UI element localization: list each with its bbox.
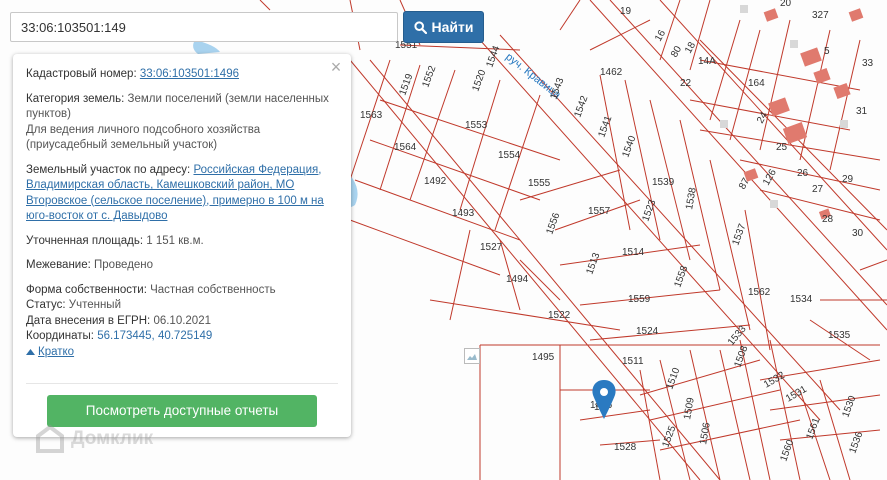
plot-label: 1493 [452,208,475,219]
close-icon[interactable]: × [327,58,345,76]
plot-label: 1534 [790,294,813,305]
view-reports-button[interactable]: Посмотреть доступные отчеты [47,395,317,427]
domclick-watermark: Домклик [35,424,153,454]
plot-label: 30 [852,228,864,239]
plot-label: 1535 [828,330,851,341]
plot-label: 27 [812,184,824,195]
plot-label: 1522 [548,310,571,321]
collapse-link[interactable]: Кратко [26,345,338,361]
search-icon [413,20,427,34]
plot-label: 1527 [480,242,503,253]
plot-label: 164 [748,78,765,89]
plot-label: 1528 [614,442,637,453]
plot-label: 1511 [622,356,644,367]
cadastral-number-link[interactable]: 33:06:103501:1496 [140,68,239,80]
collapse-link-label: Кратко [38,345,75,358]
status-label: Статус: [26,299,66,311]
plot-label: 20 [780,0,792,9]
plot-label: 1539 [652,177,675,188]
status-value: Учтенный [68,299,121,311]
address-label: Земельный участок по адресу: [26,163,191,176]
registry-date-label: Дата внесения в ЕГРН: [26,314,151,327]
plot-label: 1559 [628,294,651,305]
survey-value: Проведено [94,259,154,271]
domclick-logo-icon [36,424,64,453]
plot-label: 1562 [748,287,771,298]
ownership-label: Форма собственности: [26,283,147,296]
plot-label: 1495 [532,352,555,363]
plot-label: 28 [822,214,834,225]
plot-label: 1563 [360,110,383,121]
parcel-info-panel: × Кадастровый номер: 33:06:103501:1496 К… [13,54,351,437]
cadastral-number-label: Кадастровый номер: [26,68,137,80]
coordinates-label: Координаты: [26,330,94,342]
plot-label: 14А [698,56,716,67]
plot-label: 5 [824,46,830,57]
plot-label: 19 [620,6,632,17]
broken-image-icon [464,348,480,364]
plot-label: 33 [862,58,874,69]
survey-label: Межевание: [26,259,91,271]
plot-label: 1492 [424,176,447,187]
registry-date-value: 06.10.2021 [153,314,211,327]
plot-label: 25 [776,142,788,153]
land-usage-value: Для ведения личного подсобного хозяйства… [26,123,261,152]
watermark-text: Домклик [71,428,154,449]
divider [26,383,338,384]
plot-label: 31 [856,106,868,117]
plot-label: 327 [812,10,829,21]
plot-label: 1554 [498,150,521,161]
plot-label: 1557 [588,206,611,217]
caret-up-icon [26,349,35,356]
coordinates-link[interactable]: 56.173445, 40.725149 [97,330,212,342]
ownership-value: Частная собственность [150,283,276,296]
search-button-label: Найти [431,19,474,35]
plot-label: 26 [797,168,809,179]
area-value: 1 151 кв.м. [146,234,204,247]
plot-label: 29 [842,174,854,185]
plot-label: 1564 [394,142,417,153]
plot-label: 1553 [465,120,488,131]
land-category-label: Категория земель: [26,92,125,105]
plot-label: 1514 [622,247,645,258]
plot-label: 1462 [600,67,623,78]
search-button[interactable]: Найти [403,11,484,43]
plot-label: 1494 [506,274,529,285]
plot-label: 1524 [636,326,659,337]
plot-label: 1555 [528,178,551,189]
area-label: Уточненная площадь: [26,234,144,247]
plot-label: 22 [680,78,692,89]
search-input[interactable] [10,12,398,42]
